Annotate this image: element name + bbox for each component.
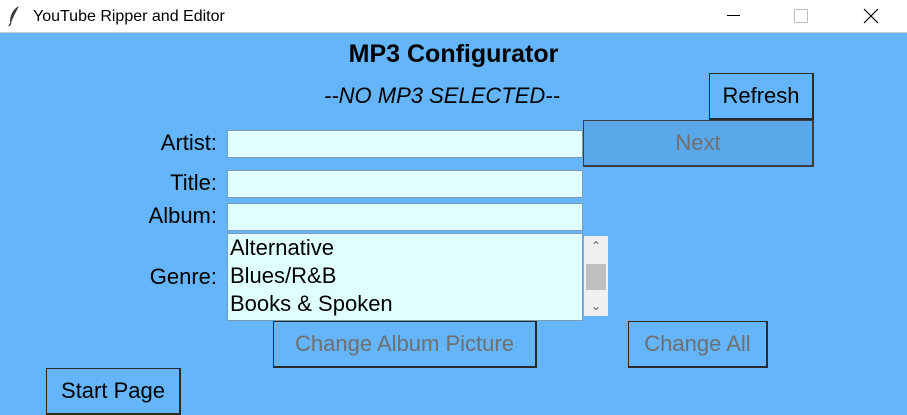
artist-field[interactable] (227, 130, 583, 158)
title-field[interactable] (227, 170, 583, 198)
list-item[interactable]: Books & Spoken (228, 290, 582, 318)
feather-icon (8, 6, 19, 27)
close-button[interactable] (848, 0, 894, 32)
scroll-down-icon[interactable]: ⌄ (584, 296, 608, 316)
list-item[interactable]: Alternative (228, 234, 582, 262)
page-title: MP3 Configurator (348, 40, 559, 68)
minimize-button[interactable] (710, 0, 756, 32)
next-button[interactable]: Next (583, 120, 814, 167)
title-bar: YouTube Ripper and Editor (0, 0, 907, 33)
genre-scrollbar[interactable]: ⌃ ⌄ (584, 236, 608, 316)
list-item[interactable]: Blues/R&B (228, 262, 582, 290)
genre-listbox[interactable]: Alternative Blues/R&B Books & Spoken (227, 233, 583, 321)
selection-status: --NO MP3 SELECTED-- (324, 83, 560, 108)
album-label: Album: (148, 203, 217, 228)
scroll-up-icon[interactable]: ⌃ (584, 236, 608, 256)
change-all-button[interactable]: Change All (628, 321, 768, 368)
album-field[interactable] (227, 203, 583, 231)
window-title: YouTube Ripper and Editor (33, 8, 225, 25)
title-label: Title: (170, 170, 217, 195)
scrollbar-thumb[interactable] (586, 264, 606, 290)
artist-label: Artist: (160, 130, 217, 155)
mp3-configurator-panel: MP3 Configurator --NO MP3 SELECTED-- Ref… (0, 33, 907, 415)
start-page-button[interactable]: Start Page (46, 368, 181, 415)
maximize-button[interactable] (777, 0, 823, 32)
refresh-button[interactable]: Refresh (709, 73, 814, 120)
close-icon (863, 8, 879, 24)
genre-label: Genre: (149, 264, 217, 289)
change-album-picture-button[interactable]: Change Album Picture (273, 321, 537, 368)
